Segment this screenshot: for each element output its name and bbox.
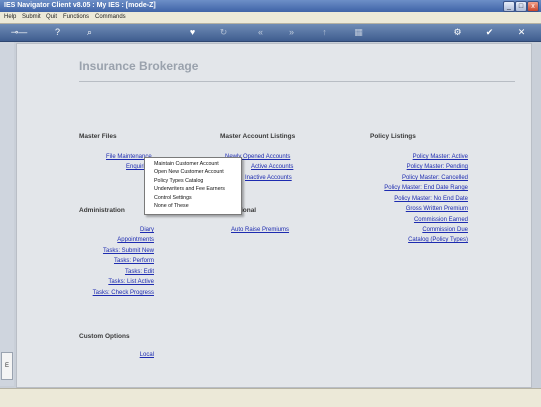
appointments-link[interactable]: Appointments bbox=[57, 236, 154, 244]
popup-item-none-of-these[interactable]: None of These bbox=[154, 203, 189, 210]
close-icon[interactable]: ✕ bbox=[516, 27, 527, 38]
popup-item-maintain-customer-account[interactable]: Maintain Customer Account bbox=[154, 161, 219, 168]
menu-commands[interactable]: Commands bbox=[95, 12, 126, 23]
main-content: Insurance Brokerage Master Files File Ma… bbox=[16, 43, 532, 388]
popup-item-policy-types-catalog[interactable]: Policy Types Catalog bbox=[154, 178, 203, 185]
inactive-accounts-link[interactable]: Inactive Accounts bbox=[245, 174, 292, 182]
master-account-listings-header: Master Account Listings bbox=[220, 133, 296, 140]
policy-master-cancelled-link[interactable]: Policy Master: Cancelled bbox=[347, 174, 468, 182]
policy-master-end-date-range-link[interactable]: Policy Master: End Date Range bbox=[347, 184, 468, 192]
administration-header: Administration bbox=[79, 207, 125, 214]
sidebar-tab[interactable]: E bbox=[1, 352, 13, 380]
gear-icon[interactable]: ⚙ bbox=[452, 27, 463, 38]
left-sidebar bbox=[0, 42, 14, 386]
local-link[interactable]: Local bbox=[57, 351, 154, 359]
menu-submit[interactable]: Submit bbox=[22, 12, 41, 23]
menu-help[interactable]: Help bbox=[4, 12, 16, 23]
help-icon[interactable]: ? bbox=[52, 27, 63, 38]
window-title: IES Navigator Client v8.05 : My IES : [m… bbox=[4, 2, 156, 9]
gross-written-premium-link[interactable]: Gross Written Premium bbox=[347, 205, 468, 213]
tasks-edit-link[interactable]: Tasks: Edit bbox=[57, 268, 154, 276]
tasks-perform-link[interactable]: Tasks: Perform bbox=[57, 257, 154, 265]
minimize-button[interactable]: _ bbox=[503, 1, 515, 12]
up-icon[interactable]: ↑ bbox=[319, 27, 330, 38]
diary-link[interactable]: Diary bbox=[57, 226, 154, 234]
file-maintenance-popup-menu: Maintain Customer Account Open New Custo… bbox=[144, 157, 242, 215]
toolbar: ⊸— ? ⌕ ♥ ↻ « » ↑ ▦ ⚙ ✔ ✕ bbox=[0, 24, 541, 42]
tasks-submit-new-link[interactable]: Tasks: Submit New bbox=[57, 247, 154, 255]
search-icon[interactable]: ⌕ bbox=[84, 27, 95, 38]
refresh-icon[interactable]: ↻ bbox=[218, 27, 229, 38]
policy-master-no-end-date-link[interactable]: Policy Master: No End Date bbox=[347, 195, 468, 203]
policy-master-active-link[interactable]: Policy Master: Active bbox=[347, 153, 468, 161]
policy-master-pending-link[interactable]: Policy Master: Pending bbox=[347, 163, 468, 171]
close-window-button[interactable]: x bbox=[527, 1, 539, 12]
last-icon[interactable]: » bbox=[286, 27, 297, 38]
menu-bar: Help Submit Quit Functions Commands bbox=[0, 12, 541, 24]
tasks-list-active-link[interactable]: Tasks: List Active bbox=[57, 278, 154, 286]
commission-earned-link[interactable]: Commission Earned bbox=[347, 216, 468, 224]
page-title: Insurance Brokerage bbox=[79, 59, 199, 73]
grid-icon[interactable]: ▦ bbox=[353, 27, 364, 38]
policy-listings-header: Policy Listings bbox=[370, 133, 416, 140]
catalog-policy-types-link[interactable]: Catalog (Policy Types) bbox=[347, 236, 468, 244]
auto-raise-premiums-link[interactable]: Auto Raise Premiums bbox=[231, 226, 289, 234]
ok-icon[interactable]: ✔ bbox=[484, 27, 495, 38]
commission-due-link[interactable]: Commission Due bbox=[347, 226, 468, 234]
menu-quit[interactable]: Quit bbox=[46, 12, 57, 23]
title-divider bbox=[79, 81, 515, 82]
popup-item-open-new-customer-account[interactable]: Open New Customer Account bbox=[154, 169, 224, 176]
heart-icon[interactable]: ♥ bbox=[187, 27, 198, 38]
maximize-button[interactable]: □ bbox=[515, 1, 527, 12]
master-files-header: Master Files bbox=[79, 133, 117, 140]
key-icon[interactable]: ⊸— bbox=[8, 27, 30, 38]
first-icon[interactable]: « bbox=[255, 27, 266, 38]
window-titlebar: IES Navigator Client v8.05 : My IES : [m… bbox=[0, 0, 541, 12]
active-accounts-link[interactable]: Active Accounts bbox=[251, 163, 293, 171]
menu-functions[interactable]: Functions bbox=[63, 12, 89, 23]
popup-item-control-settings[interactable]: Control Settings bbox=[154, 195, 192, 202]
tasks-check-progress-link[interactable]: Tasks: Check Progress bbox=[57, 289, 154, 297]
popup-item-underwriters-and-fee-earners[interactable]: Underwriters and Fee Earners bbox=[154, 186, 225, 193]
custom-options-header: Custom Options bbox=[79, 333, 130, 340]
status-bar bbox=[0, 388, 541, 407]
